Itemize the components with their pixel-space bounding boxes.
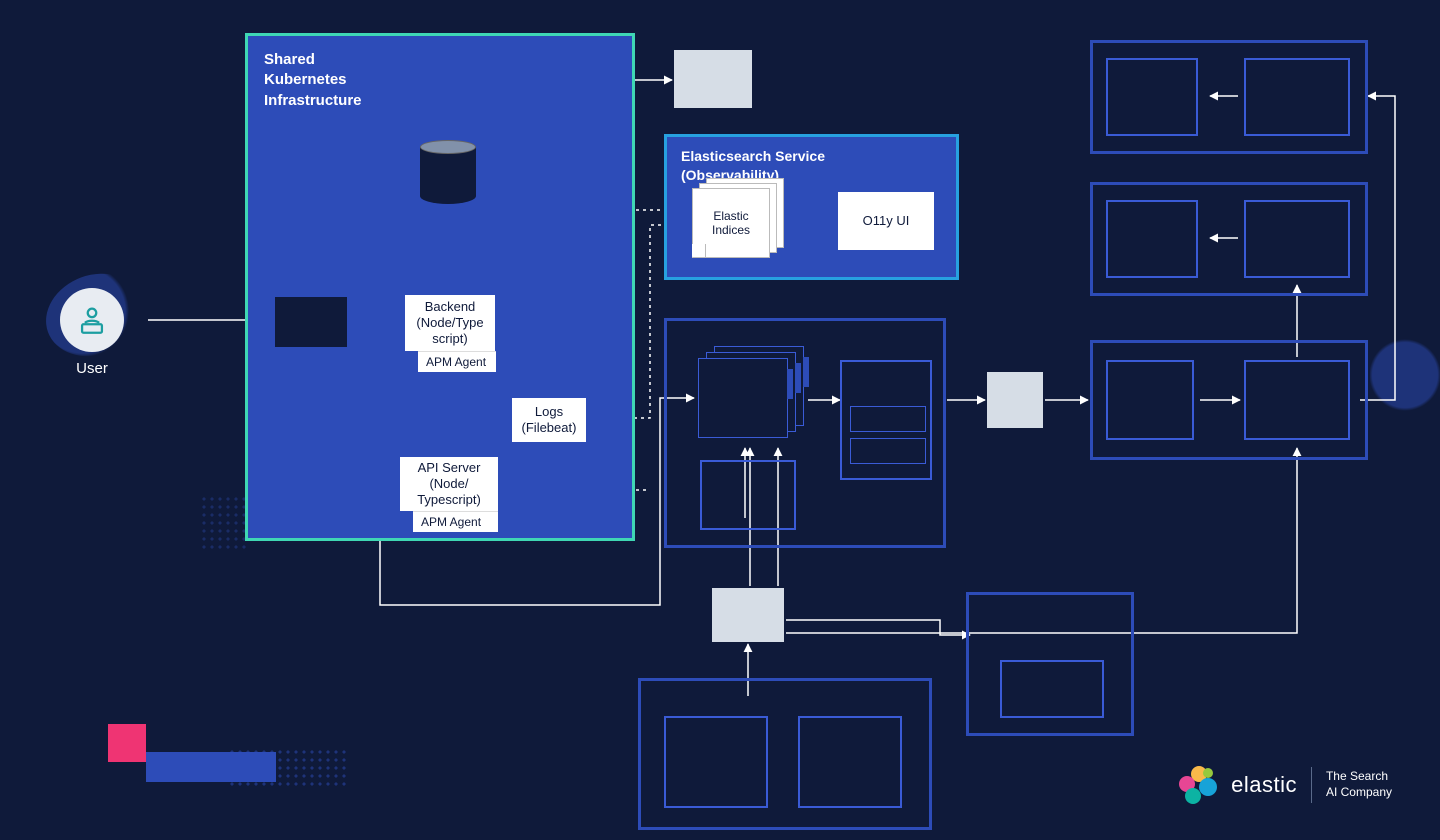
ingest-connector <box>712 588 784 642</box>
vector-search-placeholder <box>840 360 932 480</box>
frontend-placeholder <box>275 297 347 347</box>
source-right <box>798 716 902 808</box>
group-top-2-left <box>1106 200 1198 278</box>
api-apm-tag: APM Agent <box>413 511 498 532</box>
elastic-tagline: The Search AI Company <box>1326 769 1392 800</box>
o11y-ui-card: O11y UI <box>838 192 934 250</box>
user-node: User <box>60 288 124 377</box>
llm-gateway <box>987 372 1043 428</box>
database-icon <box>420 140 476 204</box>
backend-apm-tag: APM Agent <box>418 351 496 372</box>
azure-openai <box>1000 660 1104 718</box>
group-top-1-right <box>1244 58 1350 136</box>
user-label: User <box>60 360 124 377</box>
user-icon <box>60 288 124 352</box>
crawler-placeholder <box>700 460 796 530</box>
rag-right <box>1244 360 1350 440</box>
api-server-card: API Server (Node/ Typescript) <box>400 457 498 511</box>
logs-card: Logs (Filebeat) <box>512 398 586 442</box>
group-kubernetes-title: Shared Kubernetes Infrastructure <box>264 50 362 111</box>
elastic-indices-label: Elastic Indices <box>712 209 750 237</box>
group-top-2-right <box>1244 200 1350 278</box>
backend-card: Backend (Node/Type script) <box>405 295 495 351</box>
elastic-logo: elastic The Search AI Company <box>1179 766 1392 804</box>
source-left <box>664 716 768 808</box>
elastic-logo-icon <box>1179 766 1217 804</box>
external-service-top <box>674 50 752 108</box>
elastic-logo-text: elastic <box>1231 772 1297 798</box>
rag-left <box>1106 360 1194 440</box>
group-top-1-left <box>1106 58 1198 136</box>
decoration-pink-square <box>108 724 146 762</box>
decoration-dots <box>228 748 348 788</box>
